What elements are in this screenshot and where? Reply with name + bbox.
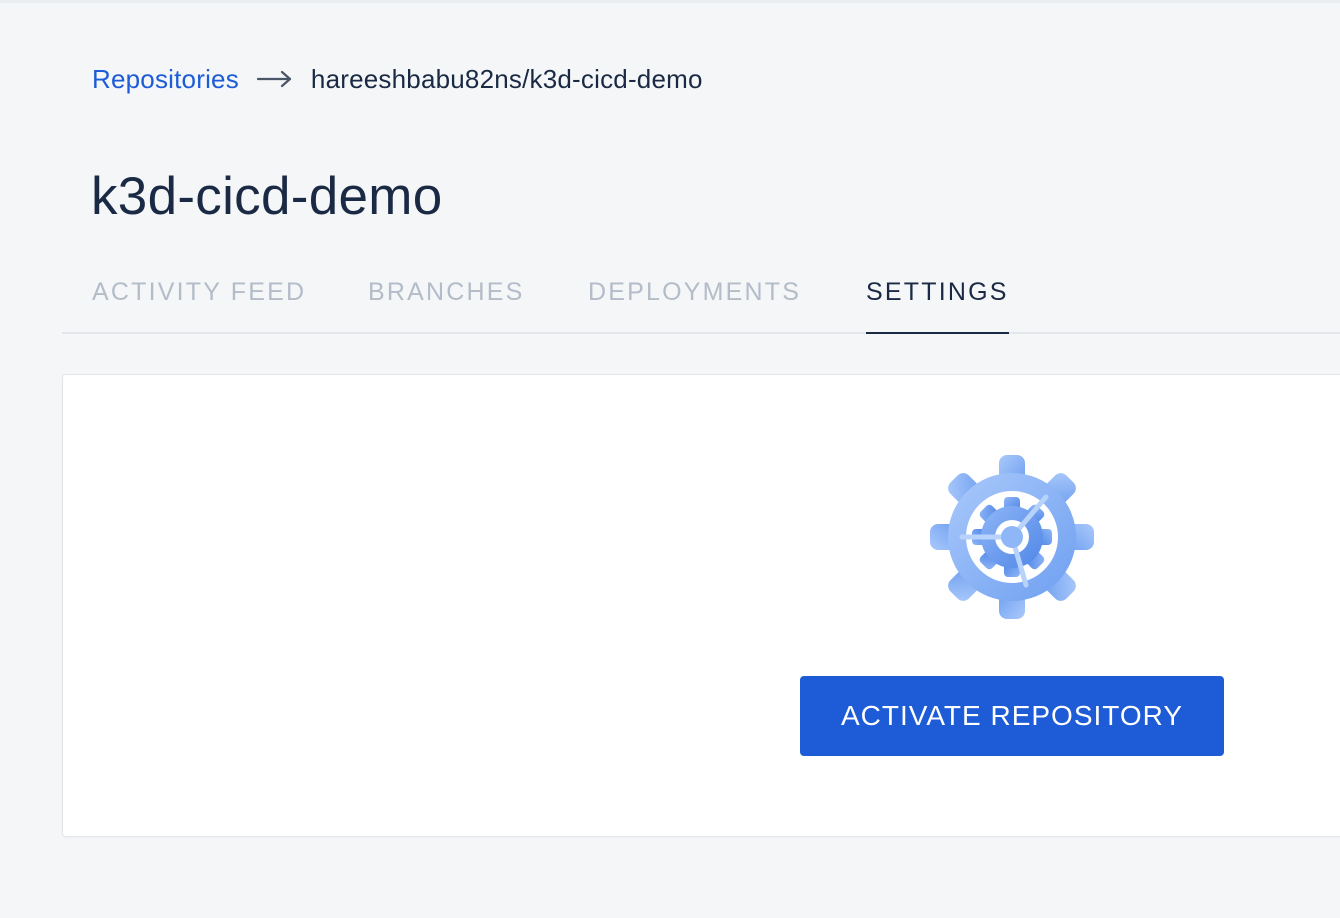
- breadcrumb: Repositories hareeshbabu82ns/k3d-cicd-de…: [92, 62, 703, 96]
- tab-activity-feed[interactable]: ACTIVITY FEED: [92, 272, 306, 334]
- tab-deployments[interactable]: DEPLOYMENTS: [588, 272, 801, 334]
- arrow-right-icon: [256, 70, 293, 88]
- top-border: [0, 0, 1340, 3]
- page-title: k3d-cicd-demo: [91, 167, 443, 226]
- tab-branches[interactable]: BRANCHES: [368, 272, 525, 334]
- tab-bar: ACTIVITY FEED BRANCHES DEPLOYMENTS SETTI…: [62, 272, 1340, 334]
- activate-repository-button[interactable]: ACTIVATE REPOSITORY: [800, 676, 1224, 756]
- breadcrumb-repositories-link[interactable]: Repositories: [92, 64, 239, 95]
- tab-settings[interactable]: SETTINGS: [866, 272, 1009, 334]
- activation-card: ACTIVATE REPOSITORY: [62, 374, 1340, 837]
- breadcrumb-current-repo: hareeshbabu82ns/k3d-cicd-demo: [310, 63, 703, 94]
- gear-settings-icon: [928, 453, 1096, 621]
